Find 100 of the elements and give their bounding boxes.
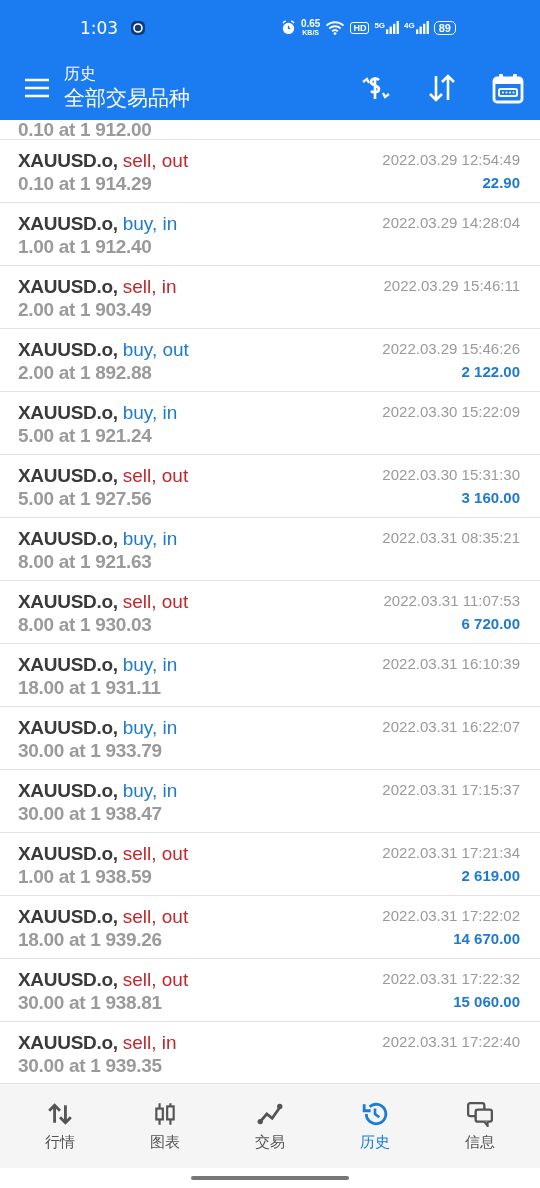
nav-tab[interactable]: 行情 [35,1096,86,1156]
deal-symbol: XAUUSD.o, [18,591,118,612]
deal-type: sell, in [122,276,177,297]
calendar-icon [492,71,524,104]
nav-tab[interactable]: 历史 [349,1096,400,1156]
deal-volume: 0.10 at 1 912.00 [18,120,152,139]
deal-volume: 2.00 at 1 892.88 [18,362,153,384]
menu-icon [24,77,50,98]
deal-volume: 1.00 at 1 938.59 [18,866,153,888]
deal-volume: 0.10 at 1 914.29 [18,173,153,195]
deal-time: 2022.03.30 15:31:30 [382,465,520,485]
deal-symbol: XAUUSD.o, [18,213,118,234]
deal-time: 2022.03.31 16:22:07 [382,717,520,737]
deal-symbol: XAUUSD.o, [18,906,118,927]
deal-row[interactable]: XAUUSD.o, buy, in 8.00 at 1 921.63 2022.03.31 08:35:21 [0,518,540,581]
deal-row[interactable]: XAUUSD.o, buy, in 30.00 at 1 933.79 2022.03.31 16:22:07 [0,707,540,770]
header-subtitle[interactable]: 全部交易品种 [64,83,360,112]
deal-symbol: XAUUSD.o, [18,654,118,675]
deal-row[interactable]: XAUUSD.o, sell, out 1.00 at 1 938.59 2022.03.31 17:21:34 2 619.00 [0,833,540,896]
deal-symbol: XAUUSD.o, [18,717,118,738]
deal-time: 2022.03.31 17:21:34 [382,843,520,863]
deal-type: buy, in [122,213,178,234]
deal-volume: 18.00 at 1 939.26 [18,929,163,951]
deal-time: 2022.03.29 15:46:11 [383,276,520,296]
deal-symbol: XAUUSD.o, [18,528,118,549]
deal-profit: 14 670.00 [453,929,520,949]
network-type: 5G [374,21,386,30]
deal-time: 2022.03.31 08:35:21 [382,528,520,548]
deal-type: buy, in [122,528,178,549]
deal-row[interactable]: XAUUSD.o, sell, out 0.10 at 1 914.29 2022.03.29 12:54:49 22.90 [0,140,540,203]
deal-row[interactable]: XAUUSD.o, buy, out 2.00 at 1 892.88 2022.03.29 15:46:26 2 122.00 [0,329,540,392]
chat-icon [466,1100,493,1127]
history-icon [361,1100,388,1127]
deal-symbol: XAUUSD.o, [18,843,118,864]
deal-type: sell, out [122,969,189,990]
deal-volume: 30.00 at 1 939.35 [18,1055,163,1077]
battery-indicator: 89 [433,20,456,35]
deal-time: 2022.03.29 14:28:04 [382,213,520,233]
deal-volume: 8.00 at 1 921.63 [18,551,153,573]
deal-type: buy, in [122,654,178,675]
deal-time: 2022.03.31 17:22:40 [382,1032,520,1052]
deal-profit: 3 160.00 [461,488,520,508]
deal-symbol: XAUUSD.o, [18,780,118,801]
deal-type: buy, in [122,402,178,423]
deal-type: buy, in [122,717,178,738]
deal-volume: 30.00 at 1 933.79 [18,740,163,762]
nav-tab[interactable]: 交易 [245,1096,295,1156]
deal-row[interactable]: XAUUSD.o, sell, out 30.00 at 1 938.81 2022.03.31 17:22:32 15 060.00 [0,959,540,1022]
deal-row[interactable]: XAUUSD.o, buy, in 5.00 at 1 921.24 2022.03.30 15:22:09 [0,392,540,455]
up-down-arrows-icon [47,1100,74,1127]
deal-time: 2022.03.31 17:22:02 [382,906,520,926]
deal-type: buy, out [122,339,189,360]
deal-profit: 2 619.00 [461,866,520,886]
deal-row[interactable]: XAUUSD.o, sell, out 8.00 at 1 930.03 2022.03.31 11:07:53 6 720.00 [0,581,540,644]
nav-tab[interactable]: 图表 [140,1096,191,1156]
deal-time: 2022.03.31 11:07:53 [383,591,520,611]
deal-volume: 5.00 at 1 927.56 [18,488,153,510]
deal-row[interactable]: XAUUSD.o, buy, in 18.00 at 1 931.11 2022.03.31 16:10:39 [0,644,540,707]
deal-symbol: XAUUSD.o, [18,969,118,990]
deal-time: 2022.03.31 17:22:32 [382,969,520,989]
deal-row[interactable]: XAUUSD.o, sell, out 5.00 at 1 927.56 2022.03.30 15:31:30 3 160.00 [0,455,540,518]
deal-type: sell, out [122,843,189,864]
deal-volume: 30.00 at 1 938.81 [18,992,163,1014]
hd-badge: HD [350,21,370,34]
deal-type: sell, out [122,906,189,927]
deal-profit: 2 122.00 [461,362,520,382]
deal-volume: 18.00 at 1 931.11 [18,677,162,699]
deal-profit: 22.90 [482,173,520,193]
deal-type: sell, out [122,150,189,171]
signal-icon [386,21,400,34]
deal-type: sell, in [122,1032,177,1053]
nav-tab[interactable]: 信息 [454,1096,505,1156]
wifi-icon [325,20,346,35]
deal-volume: 1.00 at 1 912.40 [18,236,153,258]
deal-type: sell, out [122,465,189,486]
signal-icon [415,21,429,34]
deal-profit: 15 060.00 [453,992,520,1012]
deal-volume: 5.00 at 1 921.24 [18,425,153,447]
menu-button[interactable] [24,77,50,98]
deal-volume: 30.00 at 1 938.47 [18,803,163,825]
network-type: 4G [404,21,415,30]
deal-volume: 2.00 at 1 903.49 [18,299,153,321]
deal-symbol: XAUUSD.o, [18,150,118,171]
deal-row[interactable]: XAUUSD.o, sell, out 18.00 at 1 939.26 2022.03.31 17:22:02 14 670.00 [0,896,540,959]
status-time: 1:03 [80,17,119,38]
deal-symbol: XAUUSD.o, [18,402,118,423]
deal-type: buy, in [122,780,178,801]
deal-symbol: XAUUSD.o, [18,276,118,297]
deal-row[interactable]: XAUUSD.o, buy, in 30.00 at 1 938.47 2022.03.31 17:15:37 [0,770,540,833]
deal-row[interactable]: XAUUSD.o, sell, in 2.00 at 1 903.49 2022.03.29 15:46:11 [0,266,540,329]
deal-time: 2022.03.30 15:22:09 [382,402,520,422]
calendar-button[interactable] [492,71,524,104]
deal-symbol: XAUUSD.o, [18,1032,118,1053]
deal-symbol: XAUUSD.o, [18,339,118,360]
deal-time: 2022.03.29 15:46:26 [382,339,520,359]
deal-time: 2022.03.31 16:10:39 [382,654,520,674]
deal-symbol: XAUUSD.o, [18,465,118,486]
deal-time: 2022.03.31 17:15:37 [382,780,520,800]
deal-row[interactable]: XAUUSD.o, buy, in 1.00 at 1 912.40 2022.03.29 14:28:04 [0,203,540,266]
alarm-icon [280,20,296,35]
